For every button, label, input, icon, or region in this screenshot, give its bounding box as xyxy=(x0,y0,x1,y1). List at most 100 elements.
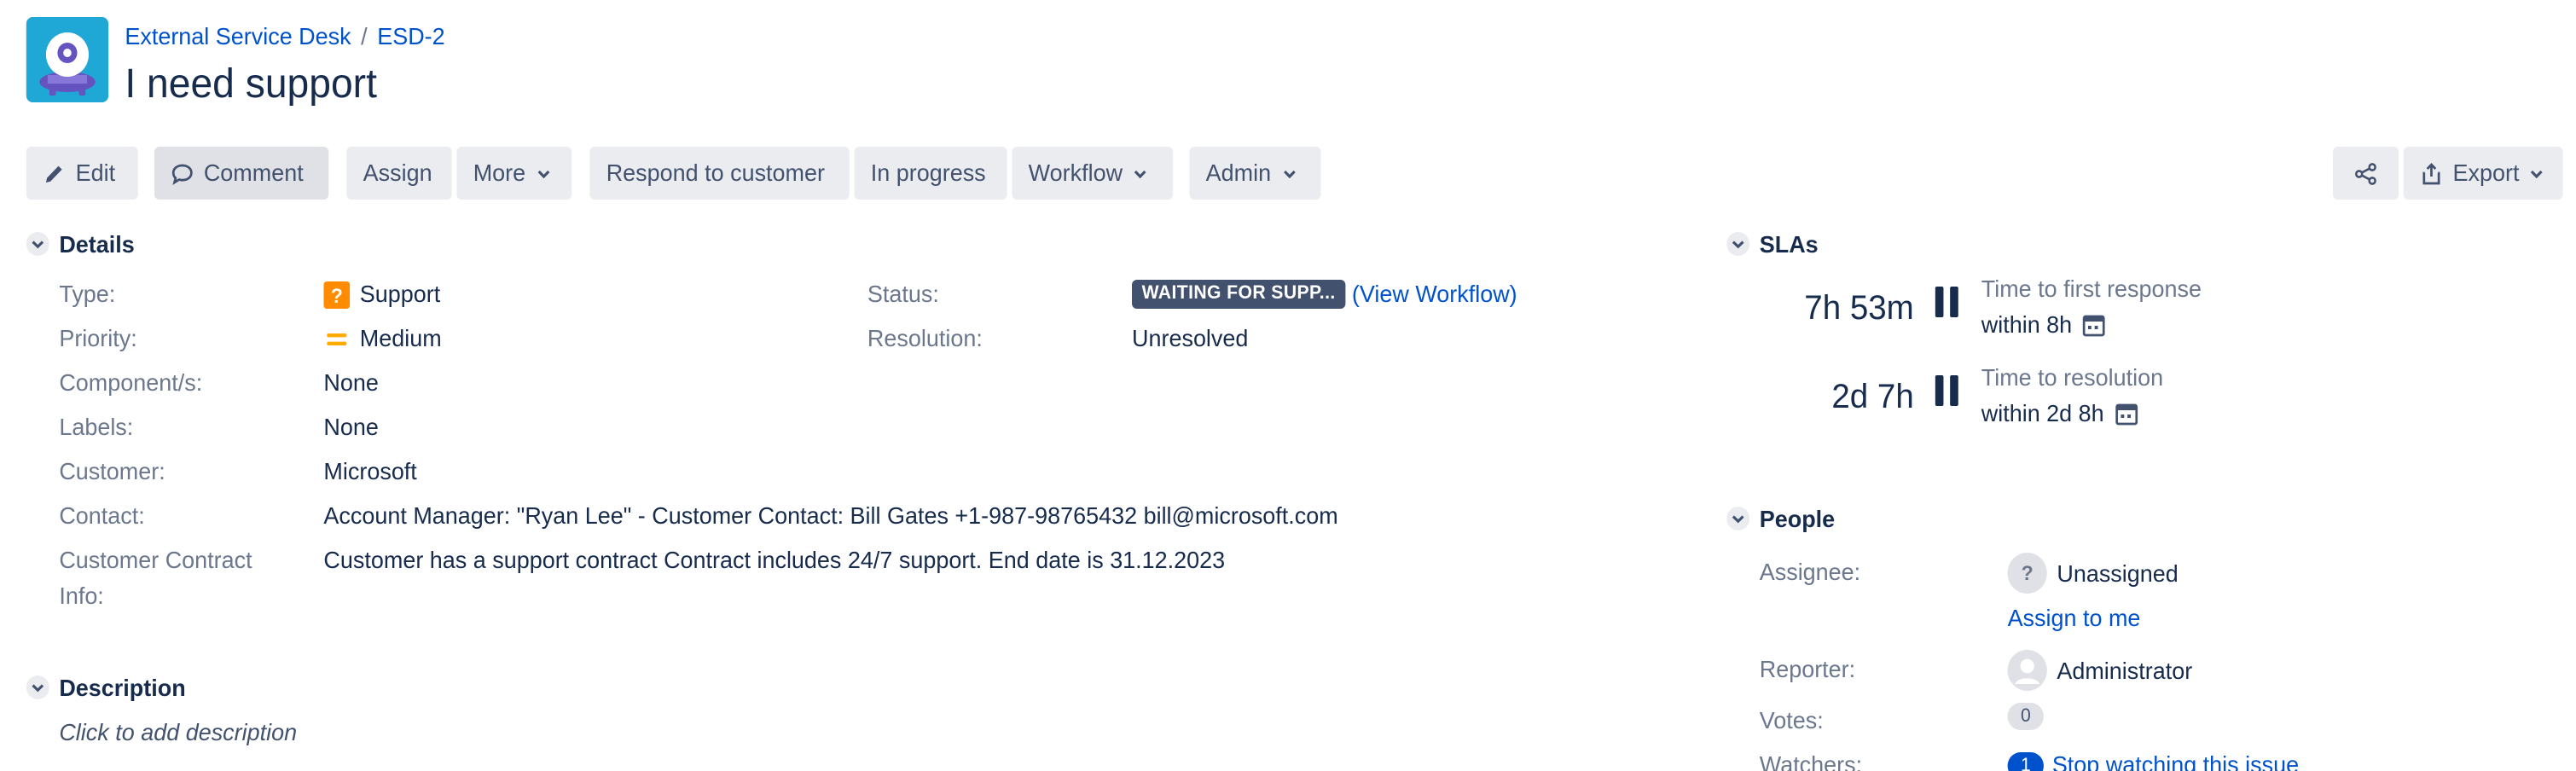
more-button-label: More xyxy=(473,159,526,186)
description-section-toggle[interactable]: Description xyxy=(26,672,186,703)
pause-icon xyxy=(1935,287,1958,317)
priority-value-text: Medium xyxy=(359,324,442,351)
assignee-label: Assignee: xyxy=(1759,558,1861,585)
assign-button[interactable]: Assign xyxy=(346,147,452,200)
stop-watching-link[interactable]: Stop watching this issue xyxy=(2052,747,2299,771)
svg-text:?: ? xyxy=(331,284,343,306)
view-workflow-link[interactable]: (View Workflow) xyxy=(1352,276,1517,312)
workflow-button-label: Workflow xyxy=(1028,159,1123,186)
user-avatar-icon xyxy=(2007,650,2047,691)
sla-name: Time to resolution xyxy=(1981,363,2164,391)
reporter-value[interactable]: Administrator xyxy=(2007,650,2193,691)
chevron-down-icon xyxy=(26,675,49,699)
assign-button-label: Assign xyxy=(363,159,432,186)
chevron-down-icon xyxy=(2531,169,2544,178)
priority-medium-icon xyxy=(327,333,347,345)
slas-heading: SLAs xyxy=(1759,230,1819,258)
chevron-down-icon xyxy=(1283,169,1296,178)
type-label: Type: xyxy=(59,280,116,307)
support-type-icon: ? xyxy=(323,281,351,308)
breadcrumb-separator: / xyxy=(361,22,368,49)
contact-label: Contact: xyxy=(59,501,145,529)
comment-button[interactable]: Comment xyxy=(154,147,329,200)
workflow-button[interactable]: Workflow xyxy=(1012,147,1174,200)
customer-value[interactable]: Microsoft xyxy=(323,454,416,490)
share-icon xyxy=(2355,162,2376,184)
sla-time-remaining: 2d 7h xyxy=(1831,379,1914,416)
pencil-icon xyxy=(45,165,62,182)
customer-label: Customer: xyxy=(59,457,165,484)
watchers-count-badge[interactable]: 1 xyxy=(2007,751,2045,771)
share-button[interactable] xyxy=(2332,147,2399,200)
resolution-value: Unresolved xyxy=(1132,324,1249,351)
labels-value[interactable]: None xyxy=(323,409,378,445)
respond-to-customer-button[interactable]: Respond to customer xyxy=(589,147,850,200)
breadcrumb-issue-key-link[interactable]: ESD-2 xyxy=(377,22,444,49)
priority-label: Priority: xyxy=(59,324,137,351)
type-value[interactable]: ? Support xyxy=(323,276,440,312)
customer-contract-label-line2: Info: xyxy=(59,582,104,609)
type-value-text: Support xyxy=(359,280,441,307)
votes-value[interactable]: 0 xyxy=(2007,703,2045,730)
project-avatar[interactable] xyxy=(26,17,109,102)
slas-section-toggle[interactable]: SLAs xyxy=(1726,229,1819,259)
votes-count-badge: 0 xyxy=(2007,703,2045,730)
admin-button-label: Admin xyxy=(1205,159,1272,186)
people-section-toggle[interactable]: People xyxy=(1726,503,1835,534)
admin-button[interactable]: Admin xyxy=(1189,147,1321,200)
description-placeholder[interactable]: Click to add description xyxy=(59,715,297,749)
customer-contract-label-line1: Customer Contract xyxy=(59,546,252,573)
sla-goal-text: within 8h xyxy=(1981,310,2073,338)
pause-icon xyxy=(1935,375,1958,406)
chevron-down-icon xyxy=(1726,507,1750,530)
sla-goal: within 2d 8h xyxy=(1981,397,2138,430)
priority-value[interactable]: Medium xyxy=(323,321,442,357)
components-value[interactable]: None xyxy=(323,365,378,401)
more-button[interactable]: More xyxy=(456,147,572,200)
sla-goal-text: within 2d 8h xyxy=(1981,399,2104,426)
issue-title[interactable]: I need support xyxy=(125,58,377,113)
reporter-name: Administrator xyxy=(2057,656,2193,683)
assignee-value[interactable]: ? Unassigned xyxy=(2007,553,2179,594)
project-avatar-icon xyxy=(26,17,109,102)
reporter-label: Reporter: xyxy=(1759,655,1856,682)
status-label: Status: xyxy=(867,280,939,307)
edit-button[interactable]: Edit xyxy=(26,147,138,200)
person-icon xyxy=(2007,650,2047,691)
comment-button-label: Comment xyxy=(203,159,304,186)
calendar-icon[interactable] xyxy=(2114,401,2138,426)
chevron-down-icon xyxy=(1726,232,1750,256)
watchers-value: 1 Stop watching this issue xyxy=(2007,747,2299,771)
sla-goal: within 8h xyxy=(1981,309,2107,341)
edit-button-label: Edit xyxy=(75,159,116,186)
export-icon xyxy=(2422,162,2440,184)
customer-contract-value[interactable]: Customer has a support contract Contract… xyxy=(323,542,1225,578)
components-label: Component/s: xyxy=(59,368,203,396)
sla-name: Time to first response xyxy=(1981,275,2202,302)
customer-contract-label: Customer Contract Info: xyxy=(59,542,252,614)
details-section-toggle[interactable]: Details xyxy=(26,229,135,259)
votes-label: Votes: xyxy=(1759,706,1824,733)
status-value: WAITING FOR SUPP... (View Workflow) xyxy=(1132,276,1517,312)
details-heading: Details xyxy=(59,230,135,258)
assignee-name: Unassigned xyxy=(2057,559,2179,586)
watchers-label: Watchers: xyxy=(1759,751,1863,771)
issue-view: External Service Desk / ESD-2 I need suppo… xyxy=(0,0,2576,771)
chevron-down-icon xyxy=(26,232,49,256)
comment-icon xyxy=(171,163,193,185)
in-progress-button[interactable]: In progress xyxy=(854,147,1007,200)
sla-time-remaining: 7h 53m xyxy=(1804,290,1914,328)
calendar-icon[interactable] xyxy=(2082,312,2107,338)
chevron-down-icon xyxy=(537,169,550,178)
export-button[interactable]: Export xyxy=(2403,147,2563,200)
status-lozenge[interactable]: WAITING FOR SUPP... xyxy=(1132,280,1346,309)
people-heading: People xyxy=(1759,505,1836,532)
description-heading: Description xyxy=(59,674,186,701)
respond-to-customer-label: Respond to customer xyxy=(606,159,826,186)
breadcrumb-project-link[interactable]: External Service Desk xyxy=(125,22,351,49)
assign-to-me-link[interactable]: Assign to me xyxy=(2008,600,2141,636)
contact-value[interactable]: Account Manager: "Ryan Lee" - Customer C… xyxy=(323,498,1337,534)
breadcrumb: External Service Desk / ESD-2 xyxy=(125,20,444,51)
resolution-label: Resolution: xyxy=(867,324,983,351)
labels-label: Labels: xyxy=(59,413,134,440)
